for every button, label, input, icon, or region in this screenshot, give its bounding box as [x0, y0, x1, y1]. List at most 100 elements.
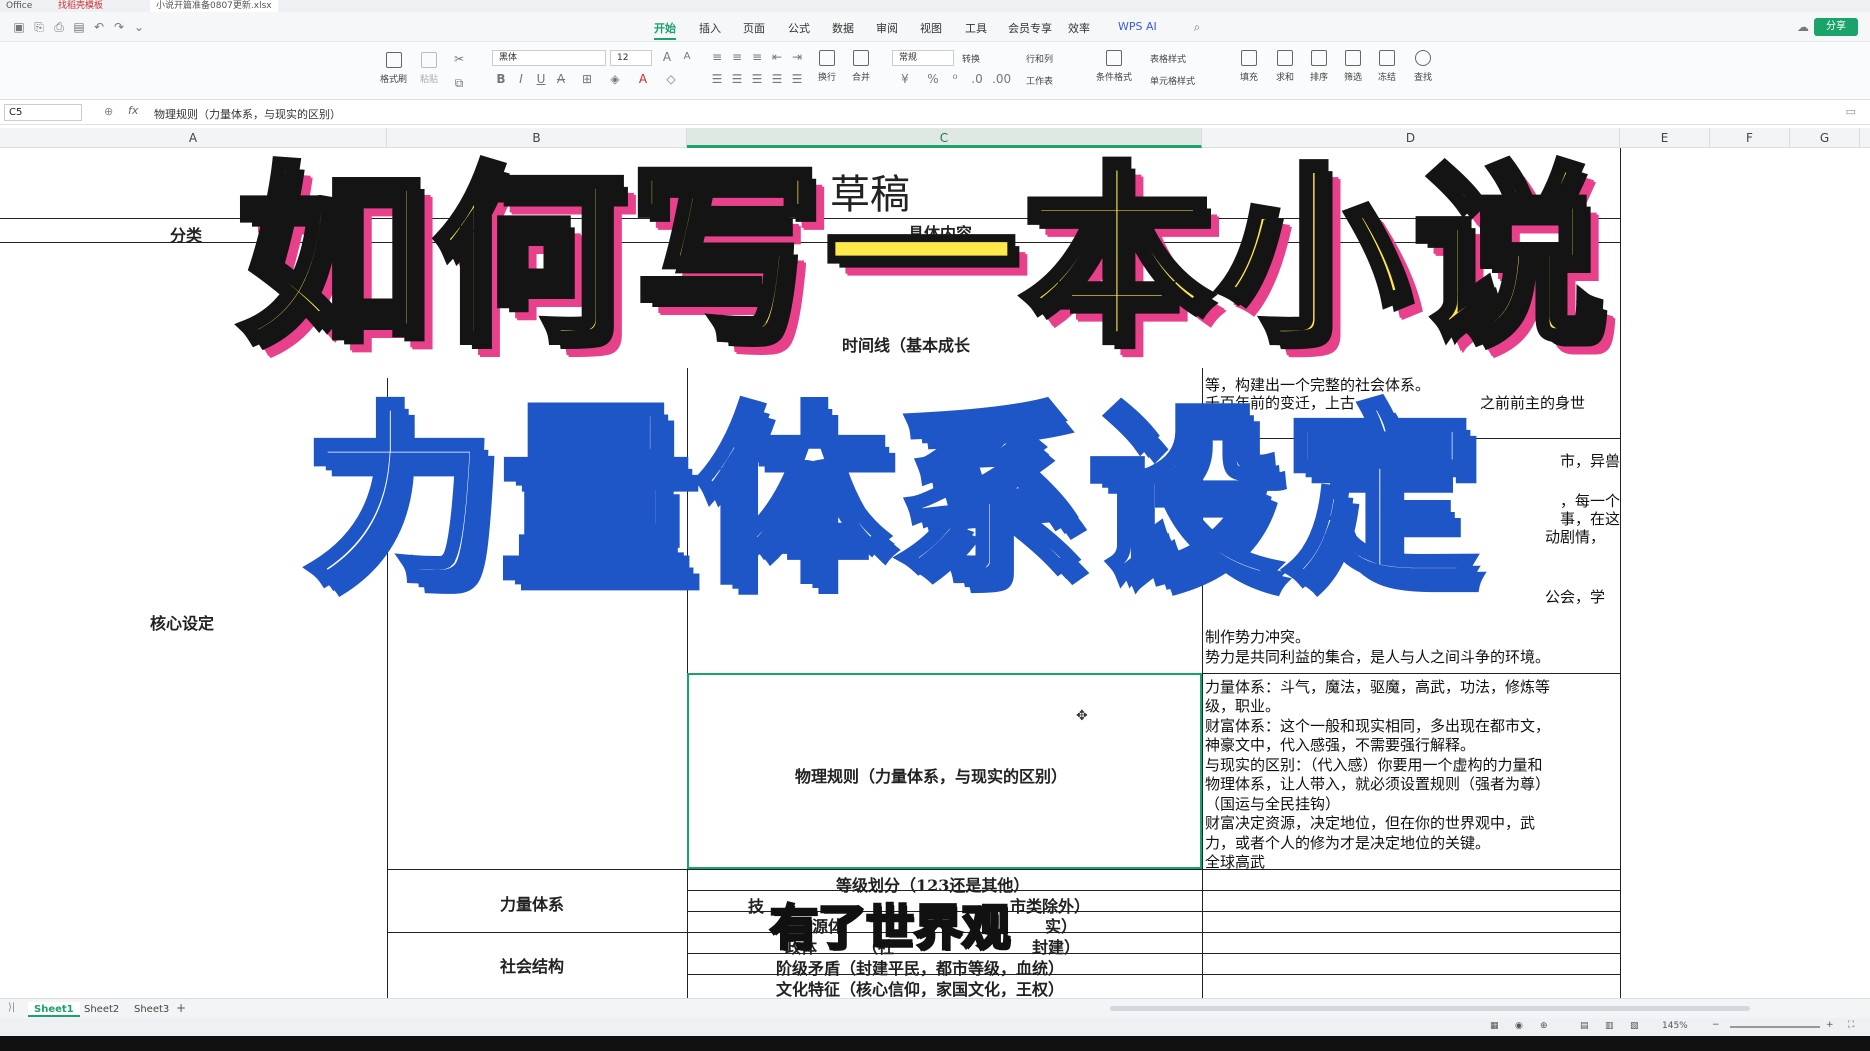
conditional-format-button[interactable]: 条件格式 [1096, 50, 1132, 83]
bold-icon[interactable]: B [494, 72, 508, 86]
tab-data[interactable]: 数据 [832, 20, 854, 36]
print-icon[interactable]: ⎙ [52, 20, 66, 34]
horizontal-scrollbar[interactable] [1110, 1006, 1750, 1011]
copy-icon[interactable]: ⧉ [452, 76, 466, 90]
view-break-icon[interactable]: ▧ [1630, 1021, 1639, 1031]
sheet-tab-3[interactable]: Sheet3 [128, 1002, 175, 1017]
preview-icon[interactable]: ▤ [72, 20, 86, 34]
sheet-tab-2[interactable]: Sheet2 [78, 1002, 125, 1017]
percent-icon[interactable]: % [926, 72, 940, 86]
zoom-level[interactable]: 145% [1662, 1021, 1688, 1031]
physical-rules-cell[interactable]: 物理规则（力量体系，与现实的区别） [795, 763, 1067, 787]
view-normal-icon[interactable]: ▦ [1490, 1021, 1499, 1031]
chevron-down-icon[interactable]: ⌄ [132, 20, 146, 34]
view-grid-icon[interactable]: ▤ [1580, 1021, 1589, 1031]
fx-icon[interactable]: fx [128, 104, 138, 117]
border-icon[interactable]: ⊞ [580, 72, 594, 86]
tab-formula[interactable]: 公式 [788, 20, 810, 36]
redo-icon[interactable]: ↷ [112, 20, 126, 34]
tab-review[interactable]: 审阅 [876, 20, 898, 36]
distribute-icon[interactable]: ☰ [790, 72, 804, 86]
name-box[interactable]: C5 [4, 104, 82, 121]
tab-efficiency[interactable]: 效率 [1068, 20, 1090, 36]
paste-button[interactable]: 粘贴 [420, 52, 438, 85]
view-eye-icon[interactable]: ◉ [1515, 1021, 1523, 1031]
tab-tools[interactable]: 工具 [965, 20, 987, 36]
search-icon[interactable]: ⌕ [1190, 20, 1204, 34]
align-right-icon[interactable]: ☰ [750, 72, 764, 86]
font-shrink-icon[interactable]: A [680, 50, 694, 64]
table-style-button[interactable]: 表格样式 [1150, 52, 1186, 65]
freeze-button[interactable]: 冻结 [1378, 50, 1396, 83]
view-layout-icon[interactable]: ⊕ [1540, 1021, 1548, 1031]
thousands-icon[interactable]: ⁰ [948, 72, 962, 86]
zoom-formula-icon[interactable]: ⊕ [104, 105, 113, 118]
cloud-icon[interactable]: ☁ [1796, 20, 1810, 34]
cut-icon[interactable]: ✂ [452, 52, 466, 66]
column-header-a[interactable]: A [0, 128, 387, 148]
decimal-increase-icon[interactable]: .0 [970, 72, 984, 86]
expand-formula-icon[interactable]: ▭ [1846, 105, 1856, 118]
nav-icon[interactable]: ⟩| [8, 1002, 15, 1013]
justify-icon[interactable]: ☰ [770, 72, 784, 86]
font-grow-icon[interactable]: A [660, 50, 674, 64]
column-header-g[interactable]: G [1790, 128, 1860, 148]
font-size-select[interactable]: 12 [610, 50, 652, 66]
add-sheet-icon[interactable]: + [176, 1001, 186, 1015]
align-center-icon[interactable]: ☰ [730, 72, 744, 86]
underline-icon[interactable]: U [534, 72, 548, 86]
fullscreen-icon[interactable]: ⛶ [1848, 1020, 1854, 1030]
format-painter-button[interactable]: 格式刷 [380, 52, 407, 85]
tab-member[interactable]: 会员专享 [1008, 20, 1052, 36]
align-left-icon[interactable]: ☰ [710, 72, 724, 86]
tab-home[interactable]: 开始 [654, 20, 676, 40]
column-header-d[interactable]: D [1202, 128, 1620, 148]
formula-input[interactable]: 物理规则（力量体系，与现实的区别） [154, 106, 341, 122]
worksheet-button[interactable]: 工作表 [1026, 74, 1053, 87]
tab-page[interactable]: 页面 [743, 20, 765, 36]
zoom-slider[interactable] [1730, 1026, 1820, 1028]
zoom-out-icon[interactable]: − [1712, 1020, 1720, 1030]
zoom-in-icon[interactable]: + [1826, 1020, 1834, 1030]
strikethrough-icon[interactable]: A [554, 72, 568, 86]
merge-button[interactable]: 合并 [852, 50, 870, 83]
align-middle-icon[interactable]: ≡ [730, 50, 744, 64]
cell-style-button[interactable]: 单元格样式 [1150, 74, 1195, 87]
undo-icon[interactable]: ↶ [92, 20, 106, 34]
tab-view[interactable]: 视图 [920, 20, 942, 36]
sum-button[interactable]: 求和 [1276, 50, 1294, 83]
indent-decrease-icon[interactable]: ⇤ [770, 50, 784, 64]
share-button[interactable]: 分享 [1814, 18, 1858, 36]
fill-color-icon[interactable]: ◈ [608, 72, 622, 86]
align-top-icon[interactable]: ≡ [710, 50, 724, 64]
decimal-decrease-icon[interactable]: .00 [992, 72, 1011, 86]
number-format-select[interactable]: 常规 [892, 50, 954, 66]
sheet-tab-1[interactable]: Sheet1 [28, 1002, 80, 1017]
column-header-c[interactable]: C [687, 128, 1202, 148]
wrap-text-button[interactable]: 换行 [818, 50, 836, 83]
column-header-f[interactable]: F [1710, 128, 1790, 148]
column-header-b[interactable]: B [387, 128, 687, 148]
sort-button[interactable]: 排序 [1310, 50, 1328, 83]
filter-button[interactable]: 筛选 [1344, 50, 1362, 83]
tab-wps-ai[interactable]: WPS AI [1118, 20, 1157, 33]
italic-icon[interactable]: I [514, 72, 528, 86]
find-button[interactable]: 查找 [1414, 50, 1432, 83]
fill-button[interactable]: 填充 [1240, 50, 1258, 83]
view-page-icon[interactable]: ▥ [1605, 1021, 1614, 1031]
column-header-e[interactable]: E [1620, 128, 1710, 148]
align-bottom-icon[interactable]: ≡ [750, 50, 764, 64]
doc-tab-templates[interactable]: 找稻壳模板 [52, 0, 109, 12]
font-name-select[interactable]: 黑体 [492, 50, 606, 66]
tab-insert[interactable]: 插入 [699, 20, 721, 36]
save-icon[interactable]: ▣ [12, 20, 26, 34]
row-col-button[interactable]: 行和列 [1026, 52, 1053, 65]
font-color-icon[interactable]: A [636, 72, 650, 86]
currency-icon[interactable]: ¥ [898, 72, 912, 86]
export-icon[interactable]: ⎘ [32, 20, 46, 34]
convert-button[interactable]: 转换 [962, 52, 980, 65]
indent-increase-icon[interactable]: ⇥ [790, 50, 804, 64]
clear-format-icon[interactable]: ◇ [664, 72, 678, 86]
app-name[interactable]: Office [0, 0, 38, 12]
doc-tab-active[interactable]: 小说开篇准备0807更新.xlsx [150, 0, 278, 12]
